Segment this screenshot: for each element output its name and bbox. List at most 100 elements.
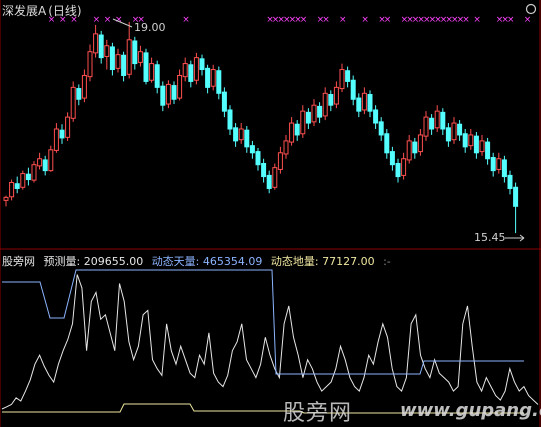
legend-tail: :- xyxy=(383,255,391,268)
candle-body xyxy=(255,151,261,166)
signal-marker: × xyxy=(300,15,308,25)
candlestick-series xyxy=(3,21,519,234)
candle-body xyxy=(417,134,423,153)
signal-marker: × xyxy=(93,15,101,25)
stock-chart-window: × × × × × × × × × × × × × × × × × × × × × × × × × × × × × × × × × × × × × × × … xyxy=(0,0,541,427)
candle-body xyxy=(507,174,513,189)
candle-body xyxy=(289,122,295,143)
candle-body xyxy=(59,129,65,139)
candle-body xyxy=(137,51,143,63)
candle-body xyxy=(76,88,82,100)
candle-body xyxy=(3,196,9,201)
candle-body xyxy=(149,63,155,81)
candle-body xyxy=(216,70,222,94)
candle-body xyxy=(485,141,491,160)
price-annotation-lines xyxy=(112,18,525,242)
candle-body xyxy=(272,167,278,188)
candle-body xyxy=(199,58,205,71)
candle-body xyxy=(165,83,171,105)
candle-body xyxy=(115,54,121,69)
candle-body xyxy=(227,109,233,130)
candle-body xyxy=(406,140,412,161)
candle-body xyxy=(367,94,373,112)
signal-marker: × xyxy=(473,15,481,25)
candle-body xyxy=(121,54,127,76)
candle-body xyxy=(479,140,485,153)
candle-body xyxy=(395,162,401,178)
settings-circle-icon[interactable] xyxy=(525,3,537,15)
candle-body xyxy=(305,111,311,124)
signal-marker: × xyxy=(182,15,190,25)
candle-body xyxy=(294,123,300,136)
signal-marker: × xyxy=(524,15,532,25)
candle-body xyxy=(25,173,31,181)
chart-title: 深发展A (日线) xyxy=(2,2,82,19)
candle-body xyxy=(104,45,110,57)
candle-body xyxy=(221,91,227,112)
candle-body xyxy=(473,135,479,154)
candle-body xyxy=(462,133,468,148)
legend-ground-volume: 动态地量: 77127.00 xyxy=(270,255,375,268)
candle-body xyxy=(277,152,283,170)
period-label: (日线) xyxy=(48,4,82,18)
candle-body xyxy=(233,127,239,142)
candle-body xyxy=(384,133,390,154)
legend-sky-volume: 动态天量: 465354.09 xyxy=(151,255,263,268)
candle-body xyxy=(160,85,166,106)
candle-body xyxy=(238,128,244,141)
candle-body xyxy=(188,64,194,82)
candle-body xyxy=(244,129,250,148)
signal-marker: × xyxy=(104,15,112,25)
stock-symbol: 深发展A xyxy=(2,4,47,18)
signal-marker: × xyxy=(322,15,330,25)
candle-body xyxy=(445,127,451,142)
candle-body xyxy=(451,122,457,141)
candle-body xyxy=(53,128,59,151)
candle-body xyxy=(468,134,474,147)
candle-body xyxy=(378,121,384,136)
candle-body xyxy=(20,173,26,188)
candle-body xyxy=(171,85,177,100)
candle-body xyxy=(328,94,334,106)
signal-marker: × xyxy=(361,15,369,25)
candle-body xyxy=(496,158,502,170)
volume-indicator-series xyxy=(1,269,539,414)
signal-marker: × xyxy=(462,15,470,25)
signal-marker: × xyxy=(507,15,515,25)
candle-body xyxy=(81,74,87,99)
candle-body xyxy=(429,117,435,130)
watermark-text: 股旁网 xyxy=(283,401,353,426)
candle-body xyxy=(31,164,37,181)
candle-body xyxy=(401,158,407,176)
candle-body xyxy=(98,34,104,59)
candle-body xyxy=(389,151,395,166)
candle-body xyxy=(490,157,496,172)
candle-body xyxy=(423,116,429,137)
candle-body xyxy=(249,145,255,154)
candle-body xyxy=(143,52,149,82)
chart-canvas[interactable]: × × × × × × ×× × ××××××× ×× × × ×× ×××××××××××× × ××× × xyxy=(0,0,541,427)
candle-body xyxy=(48,149,54,172)
candle-body xyxy=(266,174,272,189)
candle-body xyxy=(205,67,211,88)
candle-body xyxy=(65,116,71,138)
candle-body xyxy=(154,64,160,88)
candle-body xyxy=(182,63,188,78)
candle-body xyxy=(434,110,440,129)
candle-body xyxy=(457,123,463,136)
candle-body xyxy=(283,140,289,155)
candle-body xyxy=(37,158,43,167)
candle-body xyxy=(193,57,199,81)
candle-body xyxy=(311,104,317,123)
candle-body xyxy=(210,69,216,87)
watermark-url: www.gupang.com xyxy=(400,400,541,421)
candle-body xyxy=(339,69,345,90)
signal-marker: × xyxy=(339,15,347,25)
candle-body xyxy=(132,40,138,65)
candle-body xyxy=(261,162,267,178)
indicator-legend: 股旁网 预测量: 209655.00 动态天量: 465354.09 动态地量:… xyxy=(2,253,396,269)
candle-body xyxy=(361,92,367,111)
candle-body xyxy=(126,39,132,75)
candle-body xyxy=(412,141,418,154)
candle-body xyxy=(345,70,351,82)
